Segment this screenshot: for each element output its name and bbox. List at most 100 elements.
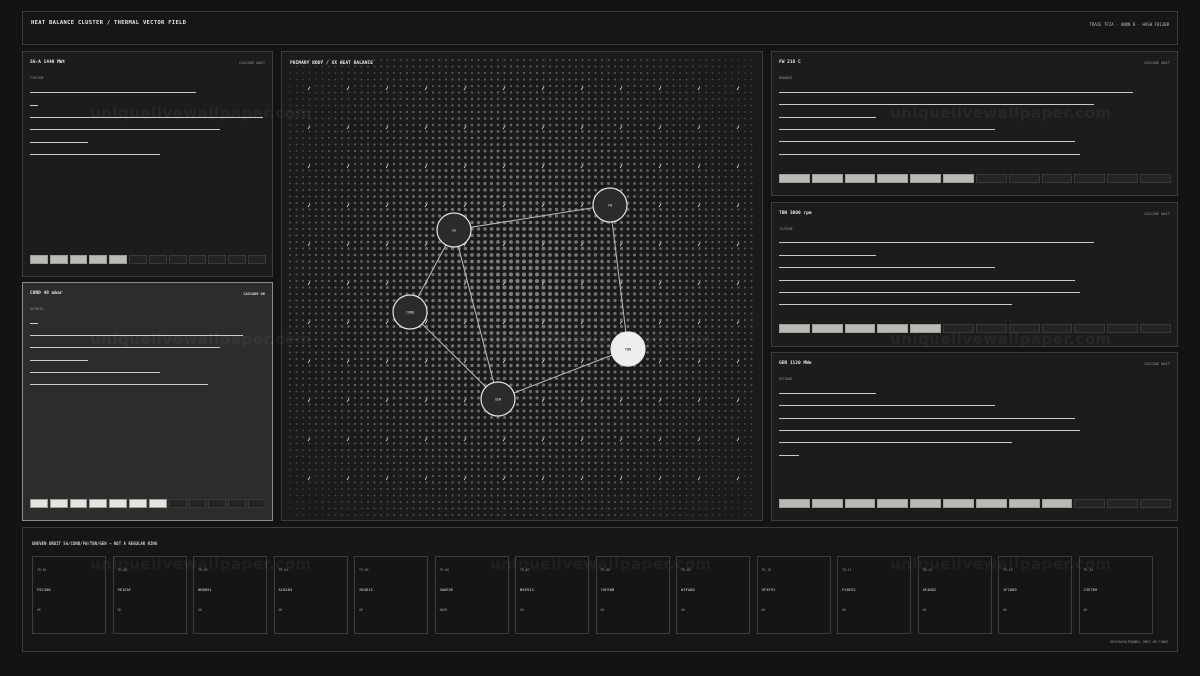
trace-status: OK <box>1083 608 1088 612</box>
trace-hash: AC0284 <box>278 587 293 592</box>
trace-status: OK <box>600 608 605 612</box>
trace-line <box>779 104 1094 105</box>
trace-line <box>30 142 88 143</box>
field-title: PRIMARY BODY / XX HEAT BALANCE <box>290 61 373 66</box>
trace-status: OK <box>1003 608 1007 612</box>
meter-segment <box>49 255 68 264</box>
trace-card[interactable]: TR-11 F28FE2 OK <box>837 556 911 634</box>
meter-segment <box>844 324 876 333</box>
trace-hash: 1F1D09 <box>1003 587 1017 592</box>
meter-segment <box>188 499 207 508</box>
meter-segment <box>148 255 167 264</box>
page-title: HEAT BALANCE CLUSTER / THERMAL VECTOR FI… <box>31 20 187 26</box>
meter-segment <box>811 174 843 183</box>
trace-card[interactable]: TR-14 23E789 OK <box>1078 556 1153 634</box>
trace-hash: 63FA80 <box>681 587 695 592</box>
meter-segment <box>1140 174 1171 183</box>
field-dot-grid <box>288 58 753 517</box>
meter-segment <box>1140 499 1171 508</box>
trace-id: TR-10 <box>761 568 772 572</box>
trace-id: TR-01 <box>37 568 47 572</box>
meter-segment <box>69 499 88 508</box>
panel-hash: B0A0DE2 <box>779 76 793 80</box>
meter-segment <box>910 324 942 333</box>
trace-card[interactable]: TR-08 7AFE8B OK <box>595 556 670 634</box>
meter-segment <box>943 499 974 508</box>
trace-hash: 3A6E5E <box>439 587 454 592</box>
node-cond[interactable]: COND <box>392 294 428 330</box>
trace-hash: B5E913 <box>520 587 534 592</box>
trace-card[interactable]: TR-02 9E1EAF OK <box>112 556 187 634</box>
meter-segment <box>129 255 147 264</box>
trace-line <box>30 323 38 324</box>
vector-field-panel[interactable]: SG FW COND TBN GEN PRIMARY BODY / XX HEAT BA… <box>281 51 763 521</box>
trace-line <box>779 418 1075 419</box>
panel-sg[interactable]: SG-A 1440 MWt CASCADE WAIT F3913D8 <box>22 51 273 277</box>
meter-segment <box>1107 324 1139 333</box>
trace-card[interactable]: TR-12 4F4602 OK <box>917 556 992 634</box>
trace-card[interactable]: TR-10 9F3F91 OK <box>756 556 831 634</box>
node-sg[interactable]: SG <box>436 212 472 248</box>
panel-hash: 0A78C2E <box>30 307 44 311</box>
trace-card[interactable]: TR-05 2B4D13 OK <box>354 556 428 634</box>
trace-line <box>779 393 876 394</box>
thermal-vector-field: SG FW COND TBN GEN <box>288 58 753 517</box>
meter-segment <box>248 255 266 264</box>
meter-segment <box>779 324 810 333</box>
orbit-strip: UNEVEN ORBIT SG/COND/FW/TBN/GEN → NOT A … <box>22 527 1178 652</box>
trace-id: TR-14 <box>1083 568 1094 572</box>
meter-segment <box>30 255 48 264</box>
node-tbn[interactable]: TBN <box>610 331 646 367</box>
meter-segment <box>943 174 974 183</box>
panel-title: GEN 1120 MWe <box>779 361 812 366</box>
trace-status: OK <box>520 608 524 612</box>
meter-segment <box>89 255 108 264</box>
meter-segment <box>168 255 187 264</box>
trace-line <box>779 430 1080 431</box>
trace-status: OK <box>117 608 122 612</box>
trace-card[interactable]: TR-03 0B6851 OK <box>193 556 267 634</box>
trace-line <box>779 129 995 130</box>
meter-segment <box>877 324 909 333</box>
cascade-status: CASCADE OK <box>243 292 265 296</box>
trace-card[interactable]: TR-06 3A6E5E ANOM <box>434 556 509 634</box>
trace-line <box>779 292 1080 293</box>
trace-status: OK <box>922 608 927 612</box>
cascade-status: CASCADE WAIT <box>1144 212 1170 216</box>
meter-segment <box>877 499 909 508</box>
panel-cond[interactable]: COND 48 mbar CASCADE OK 0A78C2E <box>22 282 273 521</box>
header-bar: HEAT BALANCE CLUSTER / THERMAL VECTOR FI… <box>22 11 1178 45</box>
trace-status: OK <box>37 608 41 612</box>
trace-card[interactable]: TR-01 F01308 OK <box>32 556 106 634</box>
node-gen[interactable]: GEN <box>480 381 516 417</box>
trace-card[interactable]: TR-13 1F1D09 OK <box>998 556 1072 634</box>
meter-segment <box>109 255 128 264</box>
trace-card[interactable]: TR-04 AC0284 OK <box>273 556 348 634</box>
meter-segment <box>148 499 167 508</box>
meter-segment <box>49 499 68 508</box>
orbit-footer: HEXCHAIN/FRONDE/ UNIT XB FIBBS <box>1110 640 1168 644</box>
trace-hash: 9E1EAF <box>117 587 132 592</box>
trace-id: TR-08 <box>600 568 611 572</box>
trace-id: TR-06 <box>439 568 450 572</box>
trace-status: OK <box>198 608 202 612</box>
meter-segment <box>779 174 810 183</box>
trace-card[interactable]: TR-09 63FA80 OK <box>676 556 750 634</box>
panel-title: SG-A 1440 MWt <box>30 60 66 65</box>
meter-segment <box>1074 324 1106 333</box>
trace-hash: 23E789 <box>1083 587 1098 592</box>
node-fw[interactable]: FW <box>592 187 628 223</box>
load-meter <box>779 174 1171 183</box>
meter-segment <box>1041 499 1073 508</box>
meter-segment <box>208 499 227 508</box>
trace-line <box>30 154 160 155</box>
trace-id: TR-07 <box>520 568 530 572</box>
panel-gen[interactable]: GEN 1120 MWe CASCADE WAIT E2C2D6E <box>771 352 1178 521</box>
panel-fw[interactable]: FW 218 C CASCADE WAIT B0A0DE2 <box>771 51 1178 196</box>
trace-card[interactable]: TR-07 B5E913 OK <box>515 556 589 634</box>
meter-segment <box>1107 499 1139 508</box>
meter-segment <box>975 499 1007 508</box>
orbit-title: UNEVEN ORBIT SG/COND/FW/TBN/GEN → NOT A … <box>32 541 158 546</box>
trace-hash: 0B6851 <box>198 587 212 592</box>
panel-tbn[interactable]: TBN 3000 rpm CASCADE WAIT 7A7D39B <box>771 202 1178 347</box>
